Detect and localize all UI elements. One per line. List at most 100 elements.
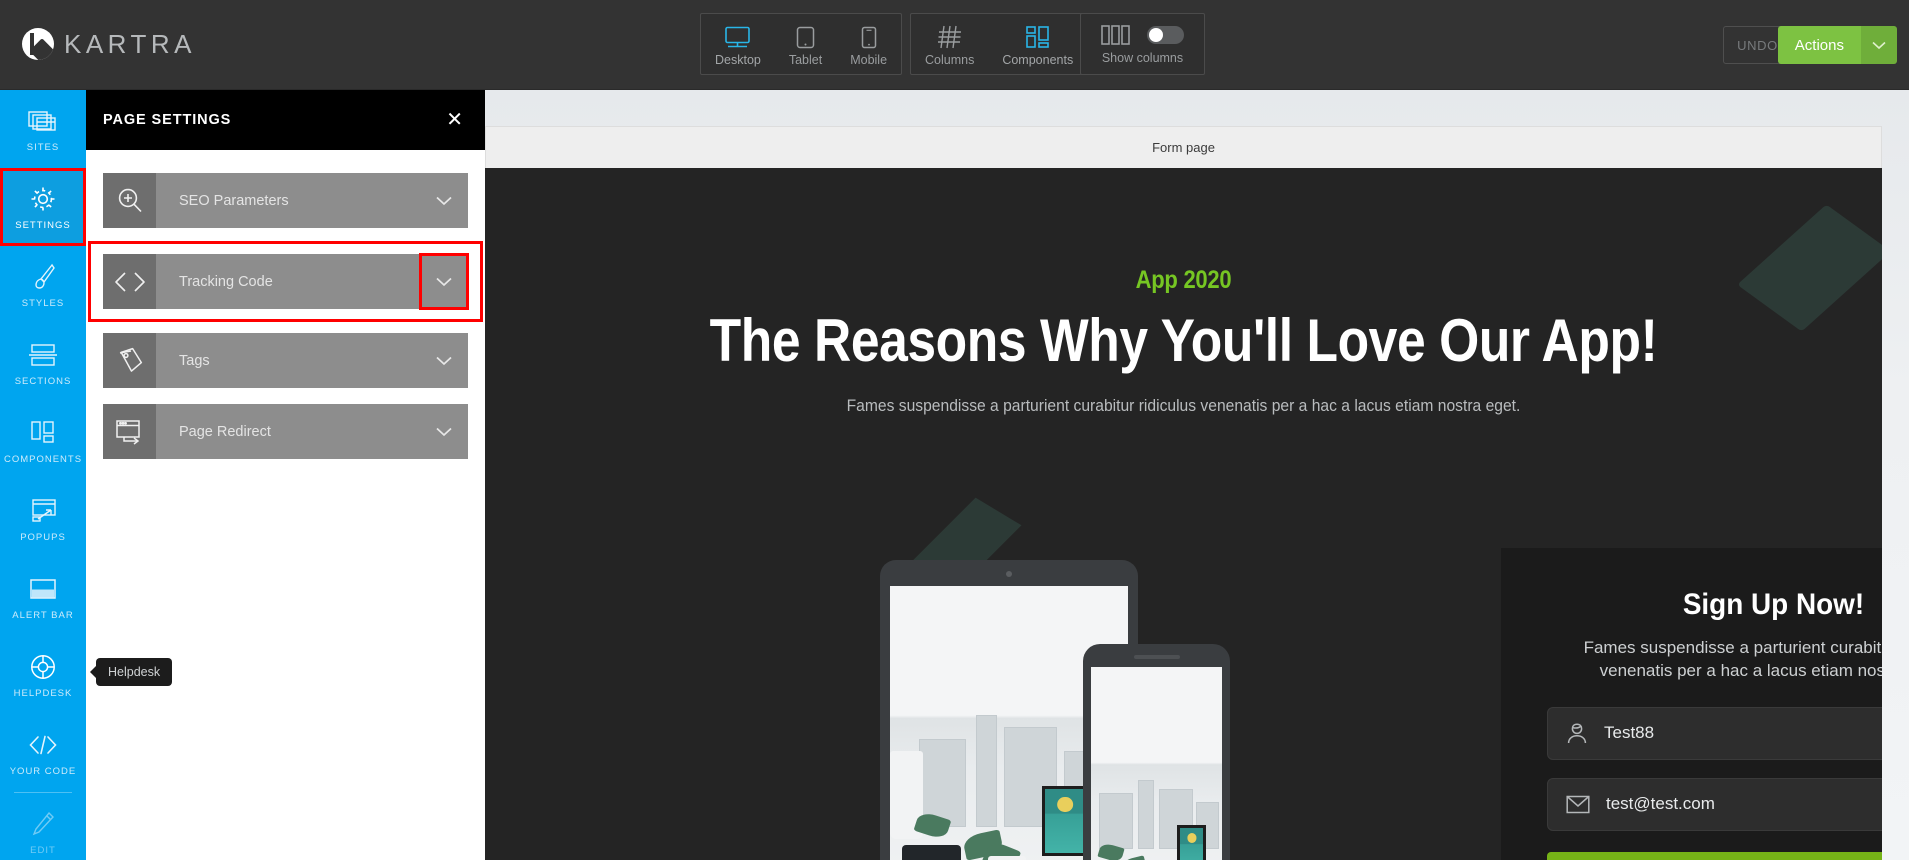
signup-name-field[interactable]: Test88 * (1547, 706, 1882, 760)
columns-tool-label: Columns (925, 52, 975, 67)
device-desktop-button[interactable]: Desktop (701, 14, 775, 74)
components-tool-button[interactable]: Components (988, 14, 1087, 74)
sidebar-item-helpdesk[interactable]: HELPDESK (0, 636, 86, 714)
layout-tools-group: Columns Components (910, 13, 1089, 75)
accordion-tags-caret-icon[interactable] (420, 333, 468, 388)
monitor-icon (724, 23, 751, 49)
mobile-icon (861, 23, 877, 49)
magnify-plus-icon (103, 173, 156, 228)
lifebuoy-icon (29, 652, 57, 682)
show-columns-label: Show columns (1101, 50, 1184, 65)
user-icon (1566, 721, 1588, 745)
kartra-page-builder: KARTRA Desktop Tablet Mobile Columns Com… (0, 0, 1909, 860)
sidebar-label-sections: SECTIONS (14, 375, 72, 387)
show-columns-toggle[interactable] (1147, 25, 1184, 44)
tag-icon (103, 333, 156, 388)
sidebar-label-edit: EDIT (30, 844, 56, 856)
device-mobile-label: Mobile (850, 52, 888, 67)
tablet-camera-dot (1006, 571, 1012, 577)
sidebar-item-components[interactable]: COMPONENTS (0, 402, 86, 480)
actions-button[interactable]: Actions (1777, 26, 1861, 64)
sections-icon (28, 340, 58, 370)
toggle-knob (1149, 27, 1163, 42)
panel-body: SEO Parameters Tracking Code Tags Page R… (86, 150, 485, 459)
sidebar-label-your-code: YOUR CODE (9, 765, 77, 777)
accordion-tracking-code[interactable]: Tracking Code (103, 253, 469, 310)
windows-stack-icon (28, 106, 58, 136)
device-tablet-label: Tablet (788, 52, 823, 67)
accordion-seo-parameters[interactable]: SEO Parameters (103, 173, 468, 228)
page-canvas: Form page App 2020 The Reasons Why You'l… (485, 90, 1909, 860)
show-columns-group: Show columns (1080, 13, 1205, 75)
accordion-page-redirect-label: Page Redirect (179, 423, 271, 440)
device-mobile-button[interactable]: Mobile (836, 14, 901, 74)
gear-icon (29, 184, 57, 214)
signup-email-value: test@test.com (1606, 794, 1715, 814)
accordion-tags-wrap: Tags (103, 333, 468, 388)
accordion-seo-caret-icon[interactable] (420, 173, 468, 228)
actions-dropdown-toggle[interactable] (1861, 26, 1897, 64)
page-tab-bar: Form page (485, 126, 1882, 168)
sidebar-label-popups: POPUPS (20, 531, 66, 543)
kartra-logo-text: KARTRA (64, 28, 196, 59)
sidebar-label-sites: SITES (26, 141, 60, 153)
kartra-logo-icon (22, 28, 54, 60)
device-preview-group: Desktop Tablet Mobile (700, 13, 903, 75)
accordion-page-redirect[interactable]: Page Redirect (103, 404, 468, 459)
hero-eyebrow: App 2020 (1135, 266, 1232, 294)
popup-arrow-icon (29, 496, 57, 526)
kartra-logo[interactable]: KARTRA (22, 28, 196, 60)
sidebar-item-edit[interactable]: EDIT (0, 793, 86, 860)
panel-header: PAGE SETTINGS ✕ (86, 90, 485, 150)
left-icon-rail: SITES SETTINGS STYLES SECTIONS COMPONENT… (0, 90, 86, 860)
sidebar-item-popups[interactable]: POPUPS (0, 480, 86, 558)
sidebar-item-alert-bar[interactable]: ALERT BAR (0, 558, 86, 636)
sidebar-label-components: COMPONENTS (3, 453, 83, 465)
redirect-window-icon (103, 404, 156, 459)
sidebar-label-styles: STYLES (21, 297, 65, 309)
components-icon (1025, 23, 1051, 49)
sidebar-item-sites[interactable]: SITES (0, 90, 86, 168)
components-tool-label: Components (1002, 52, 1074, 67)
tablet-icon (796, 23, 815, 49)
envelope-icon (1566, 795, 1590, 814)
close-icon[interactable]: ✕ (446, 110, 463, 130)
device-mockup-image (880, 548, 1300, 860)
accordion-tracking-code-wrap: Tracking Code (88, 241, 483, 322)
sidebar-label-settings: SETTINGS (15, 219, 71, 231)
accordion-page-redirect-wrap: Page Redirect (103, 404, 468, 459)
signup-submit-button[interactable] (1547, 851, 1882, 860)
accordion-tracking-label: Tracking Code (179, 273, 273, 290)
sidebar-item-styles[interactable]: STYLES (0, 246, 86, 324)
page-tab-form-page[interactable]: Form page (1152, 140, 1215, 155)
components-blocks-icon (30, 418, 56, 448)
code-brackets-icon (28, 730, 58, 760)
sidebar-item-settings[interactable]: SETTINGS (0, 168, 86, 246)
top-toolbar: KARTRA Desktop Tablet Mobile Columns Com… (0, 0, 1909, 90)
hero-subheading: Fames suspendisse a parturient curabitur… (846, 396, 1521, 415)
signup-title: Sign Up Now! (1682, 588, 1865, 621)
columns-icon (1101, 24, 1131, 46)
site-preview: App 2020 The Reasons Why You'll Love Our… (485, 168, 1882, 860)
pencil-icon (31, 809, 55, 839)
accordion-tags-label: Tags (179, 352, 210, 369)
alert-bar-icon (29, 574, 57, 604)
sidebar-item-sections[interactable]: SECTIONS (0, 324, 86, 402)
signup-name-value: Test88 (1604, 723, 1655, 743)
accordion-page-redirect-caret-icon[interactable] (420, 404, 468, 459)
signup-email-field[interactable]: test@test.com * (1547, 777, 1882, 831)
grid-icon (937, 23, 963, 49)
sidebar-label-alert-bar: ALERT BAR (12, 609, 74, 621)
device-desktop-label: Desktop (715, 52, 761, 67)
sidebar-item-your-code[interactable]: YOUR CODE (0, 714, 86, 792)
phone-screen-photo (1091, 667, 1222, 860)
accordion-tracking-caret-icon[interactable] (419, 253, 469, 310)
accordion-tags[interactable]: Tags (103, 333, 468, 388)
signup-card: Sign Up Now! Fames suspendisse a parturi… (1501, 548, 1882, 860)
phone-mockup (1083, 644, 1230, 860)
signup-subtitle: Fames suspendisse a parturient curabitur… (1583, 638, 1882, 681)
columns-tool-button[interactable]: Columns (911, 14, 988, 74)
device-tablet-button[interactable]: Tablet (775, 14, 836, 74)
panel-title: PAGE SETTINGS (103, 112, 232, 128)
hero-heading: The Reasons Why You'll Love Our App! (709, 307, 1658, 374)
